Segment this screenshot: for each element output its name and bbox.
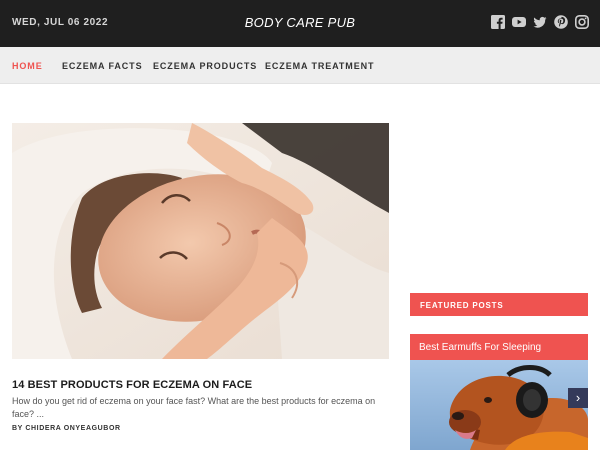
main-post-author[interactable]: BY CHIDERA ONYEAGUBOR (12, 425, 121, 432)
twitter-icon[interactable] (533, 15, 547, 29)
youtube-icon[interactable] (512, 15, 526, 29)
top-bar: WED, JUL 06 2022 BODY CARE PUB (0, 0, 600, 47)
social-links (491, 15, 589, 29)
featured-post-title[interactable]: Best Earmuffs For Sleeping (410, 334, 588, 360)
facial-treatment-photo (12, 123, 389, 359)
instagram-icon[interactable] (575, 15, 589, 29)
dog-with-earmuffs-photo (410, 360, 588, 450)
featured-posts-heading: FEATURED POSTS (410, 293, 588, 316)
featured-next-arrow-button[interactable]: › (568, 388, 588, 408)
nav-item-eczema-treatment[interactable]: ECZEMA TREATMENT (265, 61, 374, 71)
pinterest-icon[interactable] (554, 15, 568, 29)
facebook-icon[interactable] (491, 15, 505, 29)
main-post-image[interactable] (12, 123, 389, 359)
main-post-title[interactable]: 14 BEST PRODUCTS FOR ECZEMA ON FACE (12, 379, 389, 391)
main-post-excerpt: How do you get rid of eczema on your fac… (12, 396, 376, 419)
featured-post-card[interactable]: Best Earmuffs For Sleeping (410, 334, 588, 450)
featured-post-image[interactable] (410, 360, 588, 450)
nav-item-home[interactable]: HOME (12, 61, 43, 71)
nav-item-eczema-facts[interactable]: ECZEMA FACTS (62, 61, 142, 71)
nav-item-eczema-products[interactable]: ECZEMA PRODUCTS (153, 61, 257, 71)
main-nav: HOME ECZEMA FACTS ECZEMA PRODUCTS ECZEMA… (0, 47, 600, 84)
